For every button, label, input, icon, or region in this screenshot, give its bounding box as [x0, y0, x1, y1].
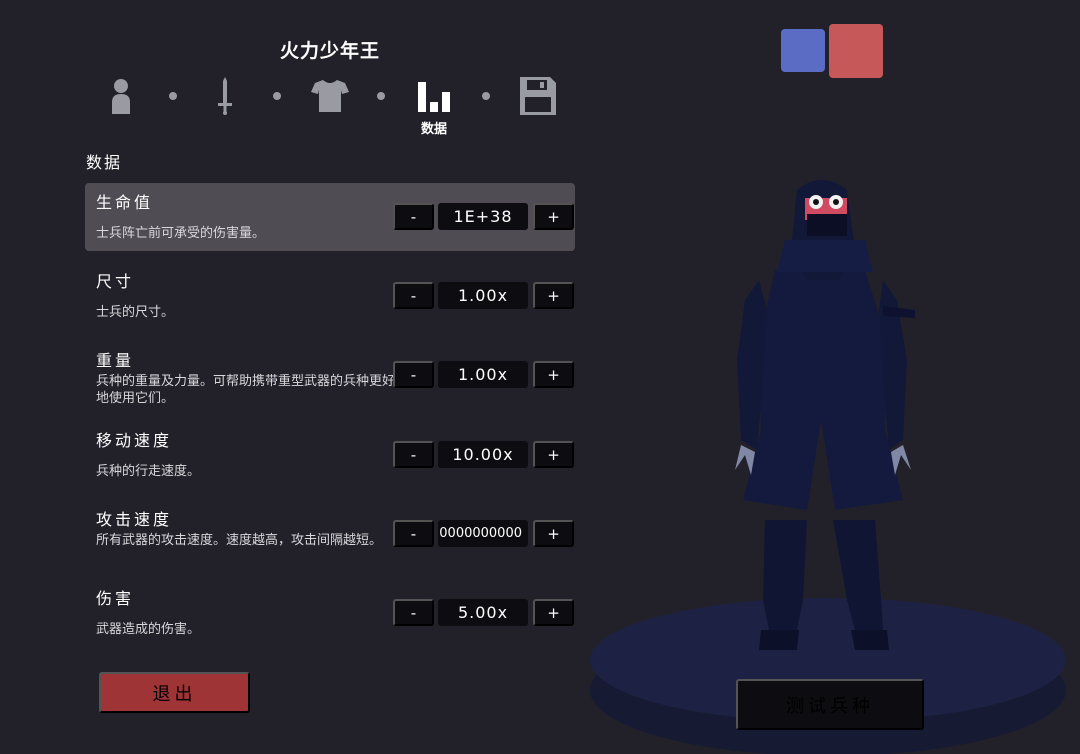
- team-color-blue-swatch[interactable]: [781, 29, 825, 72]
- stat-value[interactable]: 0000000000: [438, 520, 528, 547]
- increase-button[interactable]: +: [533, 282, 574, 309]
- stat-value: 1.00x: [438, 361, 528, 388]
- nav-separator-dot: [482, 92, 490, 100]
- stat-row-size[interactable]: 尺寸 士兵的尺寸。 - 1.00x +: [85, 262, 575, 330]
- nav-active-label: 数据: [420, 122, 447, 137]
- stat-name: 生命值: [96, 193, 154, 212]
- stat-description: 所有武器的攻击速度。速度越高，攻击间隔越短。: [96, 533, 383, 548]
- stat-value: 5.00x: [438, 599, 528, 626]
- nav-separator-dot: [169, 92, 177, 100]
- decrease-button[interactable]: -: [393, 203, 434, 230]
- nav-sword-icon[interactable]: [210, 76, 240, 116]
- decrease-button[interactable]: -: [393, 282, 434, 309]
- stat-description: 兵种的重量及力量。可帮助携带重型武器的兵种更好地使用它们。: [96, 374, 396, 406]
- stat-row-move-speed[interactable]: 移动速度 兵种的行走速度。 - 10.00x +: [85, 421, 575, 489]
- decrease-button[interactable]: -: [393, 520, 434, 547]
- stat-row-attack-speed[interactable]: 攻击速度 所有武器的攻击速度。速度越高，攻击间隔越短。 - 0000000000…: [85, 500, 575, 568]
- increase-button[interactable]: +: [533, 520, 574, 547]
- increase-button[interactable]: +: [533, 203, 574, 230]
- stat-name: 重量: [96, 351, 135, 370]
- increase-button[interactable]: +: [533, 441, 574, 468]
- nav-stats-icon[interactable]: [414, 78, 454, 114]
- stat-row-health[interactable]: 生命值 士兵阵亡前可承受的伤害量。 - 1E+38 +: [85, 183, 575, 251]
- exit-button[interactable]: 退出: [99, 672, 250, 713]
- nav-person-icon[interactable]: [104, 76, 138, 116]
- stat-value: 10.00x: [438, 441, 528, 468]
- nav-separator-dot: [273, 92, 281, 100]
- stat-description: 武器造成的伤害。: [96, 622, 201, 637]
- unit-name-title: 火力少年王: [279, 40, 380, 62]
- section-title: 数据: [86, 153, 123, 172]
- nav-save-icon[interactable]: [518, 76, 558, 116]
- stat-description: 士兵阵亡前可承受的伤害量。: [96, 226, 266, 241]
- stat-row-damage[interactable]: 伤害 武器造成的伤害。 - 5.00x +: [85, 579, 575, 647]
- stat-description: 兵种的行走速度。: [96, 464, 201, 479]
- unit-preview[interactable]: [585, 160, 1080, 754]
- stat-value: 1E+38: [438, 203, 528, 230]
- stat-name: 伤害: [96, 589, 135, 608]
- team-color-red-swatch[interactable]: [829, 24, 883, 78]
- increase-button[interactable]: +: [533, 599, 574, 626]
- decrease-button[interactable]: -: [393, 361, 434, 388]
- increase-button[interactable]: +: [533, 361, 574, 388]
- stat-row-weight[interactable]: 重量 兵种的重量及力量。可帮助携带重型武器的兵种更好地使用它们。 - 1.00x…: [85, 341, 575, 409]
- stat-name: 移动速度: [96, 431, 173, 450]
- stat-name: 尺寸: [96, 272, 135, 291]
- decrease-button[interactable]: -: [393, 599, 434, 626]
- decrease-button[interactable]: -: [393, 441, 434, 468]
- nav-shirt-icon[interactable]: [310, 78, 350, 114]
- stat-value: 1.00x: [438, 282, 528, 309]
- stat-description: 士兵的尺寸。: [96, 305, 175, 320]
- nav-separator-dot: [377, 92, 385, 100]
- stat-name: 攻击速度: [96, 510, 173, 529]
- test-unit-button[interactable]: 测试兵种: [736, 679, 924, 730]
